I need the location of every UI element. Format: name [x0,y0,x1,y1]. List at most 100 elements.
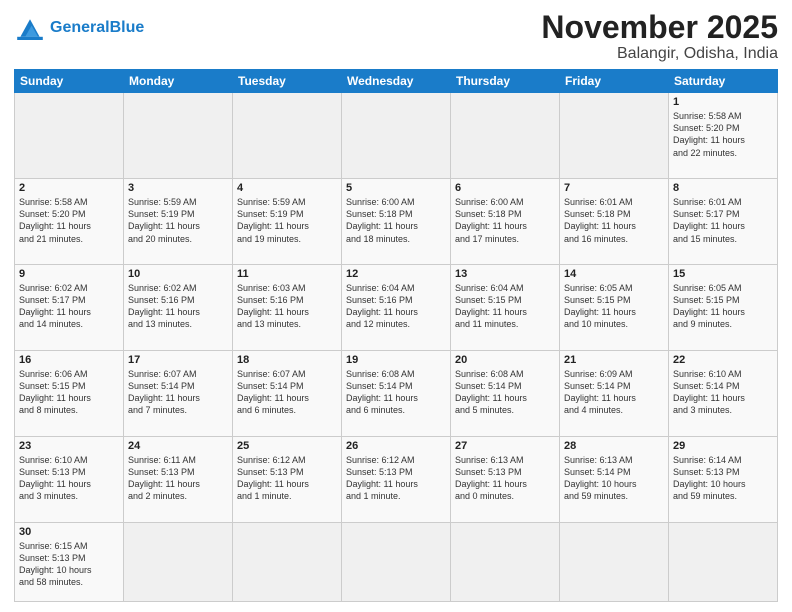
day-info: Sunrise: 6:02 AM Sunset: 5:17 PM Dayligh… [19,282,119,331]
day-info: Sunrise: 6:05 AM Sunset: 5:15 PM Dayligh… [564,282,664,331]
table-row [15,93,124,179]
table-row: 9 Sunrise: 6:02 AM Sunset: 5:17 PM Daylig… [15,264,124,350]
title-block: November 2025 Balangir, Odisha, India [541,10,778,63]
table-row: 19 Sunrise: 6:08 AM Sunset: 5:14 PM Dayli… [342,350,451,436]
day-number: 22 [673,354,773,366]
day-info: Sunrise: 6:05 AM Sunset: 5:15 PM Dayligh… [673,282,773,331]
day-info: Sunrise: 6:01 AM Sunset: 5:17 PM Dayligh… [673,196,773,245]
table-row: 16Sunrise: 6:06 AM Sunset: 5:15 PM Dayli… [15,350,124,436]
day-info: Sunrise: 6:01 AM Sunset: 5:18 PM Dayligh… [564,196,664,245]
day-number: 15 [673,268,773,280]
table-row: 30Sunrise: 6:15 AM Sunset: 5:13 PM Dayli… [15,522,124,601]
table-row: 29Sunrise: 6:14 AM Sunset: 5:13 PM Dayli… [669,436,778,522]
table-row [451,522,560,601]
table-row: 7 Sunrise: 6:01 AM Sunset: 5:18 PM Daylig… [560,179,669,265]
table-row: 24 Sunrise: 6:11 AM Sunset: 5:13 PM Dayli… [124,436,233,522]
table-row: 3 Sunrise: 5:59 AM Sunset: 5:19 PM Daylig… [124,179,233,265]
day-number: 28 [564,440,664,452]
day-info: Sunrise: 6:12 AM Sunset: 5:13 PM Dayligh… [237,454,337,503]
day-info: Sunrise: 6:02 AM Sunset: 5:16 PM Dayligh… [128,282,228,331]
table-row: 20 Sunrise: 6:08 AM Sunset: 5:14 PM Dayli… [451,350,560,436]
day-number: 24 [128,440,228,452]
table-row: 2 Sunrise: 5:58 AM Sunset: 5:20 PM Daylig… [15,179,124,265]
logo-text: GeneralBlue [50,19,144,37]
day-number: 10 [128,268,228,280]
header-wednesday: Wednesday [342,70,451,93]
day-info: Sunrise: 5:59 AM Sunset: 5:19 PM Dayligh… [237,196,337,245]
day-number: 23 [19,440,119,452]
day-number: 9 [19,268,119,280]
table-row: 4Sunrise: 5:59 AM Sunset: 5:19 PM Daylig… [233,179,342,265]
logo-icon [14,14,46,42]
day-number: 21 [564,354,664,366]
day-number: 27 [455,440,555,452]
table-row [342,93,451,179]
header-thursday: Thursday [451,70,560,93]
day-number: 18 [237,354,337,366]
page: GeneralBlue November 2025 Balangir, Odis… [0,0,792,612]
table-row [669,522,778,601]
day-info: Sunrise: 6:13 AM Sunset: 5:14 PM Dayligh… [564,454,664,503]
day-info: Sunrise: 6:04 AM Sunset: 5:16 PM Dayligh… [346,282,446,331]
day-info: Sunrise: 6:13 AM Sunset: 5:13 PM Dayligh… [455,454,555,503]
table-row [451,93,560,179]
header-friday: Friday [560,70,669,93]
day-info: Sunrise: 6:08 AM Sunset: 5:14 PM Dayligh… [346,368,446,417]
day-number: 20 [455,354,555,366]
day-number: 6 [455,182,555,194]
table-row [124,522,233,601]
table-row: 23 Sunrise: 6:10 AM Sunset: 5:13 PM Dayli… [15,436,124,522]
day-info: Sunrise: 6:11 AM Sunset: 5:13 PM Dayligh… [128,454,228,503]
table-row [342,522,451,601]
day-number: 14 [564,268,664,280]
day-info: Sunrise: 6:09 AM Sunset: 5:14 PM Dayligh… [564,368,664,417]
table-row: 13 Sunrise: 6:04 AM Sunset: 5:15 PM Dayli… [451,264,560,350]
day-info: Sunrise: 6:03 AM Sunset: 5:16 PM Dayligh… [237,282,337,331]
day-number: 1 [673,96,773,108]
table-row [560,93,669,179]
table-row: 27 Sunrise: 6:13 AM Sunset: 5:13 PM Dayli… [451,436,560,522]
table-row: 26 Sunrise: 6:12 AM Sunset: 5:13 PM Dayli… [342,436,451,522]
table-row: 6 Sunrise: 6:00 AM Sunset: 5:18 PM Daylig… [451,179,560,265]
day-info: Sunrise: 6:07 AM Sunset: 5:14 PM Dayligh… [128,368,228,417]
day-number: 7 [564,182,664,194]
day-info: Sunrise: 6:04 AM Sunset: 5:15 PM Dayligh… [455,282,555,331]
day-number: 5 [346,182,446,194]
table-row: 12 Sunrise: 6:04 AM Sunset: 5:16 PM Dayli… [342,264,451,350]
table-row: 15 Sunrise: 6:05 AM Sunset: 5:15 PM Dayli… [669,264,778,350]
calendar-subtitle: Balangir, Odisha, India [541,45,778,63]
header: GeneralBlue November 2025 Balangir, Odis… [14,10,778,63]
day-info: Sunrise: 6:08 AM Sunset: 5:14 PM Dayligh… [455,368,555,417]
table-row: 17 Sunrise: 6:07 AM Sunset: 5:14 PM Dayli… [124,350,233,436]
day-number: 13 [455,268,555,280]
day-number: 3 [128,182,228,194]
day-info: Sunrise: 6:06 AM Sunset: 5:15 PM Dayligh… [19,368,119,417]
table-row: 22Sunrise: 6:10 AM Sunset: 5:14 PM Dayli… [669,350,778,436]
table-row [233,93,342,179]
table-row: 21 Sunrise: 6:09 AM Sunset: 5:14 PM Dayli… [560,350,669,436]
day-number: 17 [128,354,228,366]
day-info: Sunrise: 5:58 AM Sunset: 5:20 PM Dayligh… [673,110,773,159]
weekday-header-row: Sunday Monday Tuesday Wednesday Thursday… [15,70,778,93]
header-tuesday: Tuesday [233,70,342,93]
day-info: Sunrise: 6:14 AM Sunset: 5:13 PM Dayligh… [673,454,773,503]
table-row: 28 Sunrise: 6:13 AM Sunset: 5:14 PM Dayli… [560,436,669,522]
day-info: Sunrise: 6:00 AM Sunset: 5:18 PM Dayligh… [455,196,555,245]
day-info: Sunrise: 5:58 AM Sunset: 5:20 PM Dayligh… [19,196,119,245]
day-number: 19 [346,354,446,366]
day-number: 2 [19,182,119,194]
logo-blue: Blue [110,19,145,36]
day-number: 8 [673,182,773,194]
day-info: Sunrise: 6:12 AM Sunset: 5:13 PM Dayligh… [346,454,446,503]
logo-general: General [50,19,110,36]
day-info: Sunrise: 5:59 AM Sunset: 5:19 PM Dayligh… [128,196,228,245]
table-row: 11Sunrise: 6:03 AM Sunset: 5:16 PM Dayli… [233,264,342,350]
day-info: Sunrise: 6:10 AM Sunset: 5:13 PM Dayligh… [19,454,119,503]
table-row: 10 Sunrise: 6:02 AM Sunset: 5:16 PM Dayli… [124,264,233,350]
day-number: 12 [346,268,446,280]
table-row: 18Sunrise: 6:07 AM Sunset: 5:14 PM Dayli… [233,350,342,436]
table-row: 25Sunrise: 6:12 AM Sunset: 5:13 PM Dayli… [233,436,342,522]
day-info: Sunrise: 6:15 AM Sunset: 5:13 PM Dayligh… [19,540,119,589]
day-number: 26 [346,440,446,452]
calendar-table: Sunday Monday Tuesday Wednesday Thursday… [14,69,778,602]
